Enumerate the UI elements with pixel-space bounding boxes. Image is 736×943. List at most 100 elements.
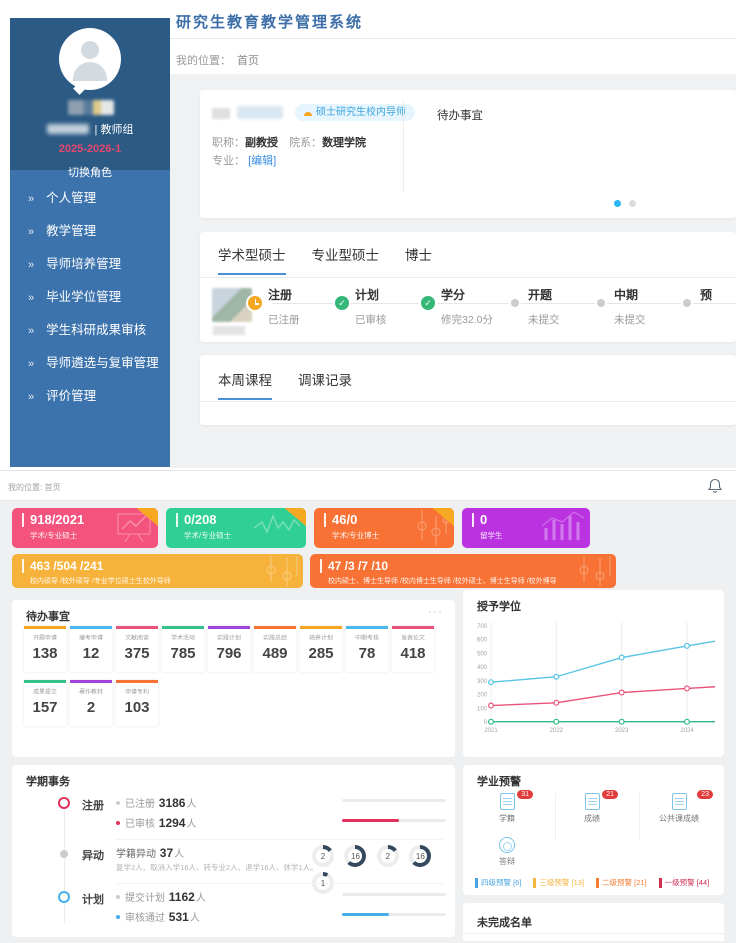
badge-count: 21 (602, 790, 618, 799)
register-row-1: 已注册 3186人 (116, 795, 196, 810)
carousel-dot-active[interactable] (614, 200, 621, 207)
sidebar-item-graduation-degree[interactable]: »毕业学位管理 (10, 281, 170, 314)
student-progress-card: 学术型硕士 专业型硕士 博士 注册 已注册 ✓ 计划 已审核 ✓ 学分 修完32… (200, 232, 736, 342)
node-plan: 计划 (82, 891, 104, 907)
donut-gauge: 1 (312, 872, 334, 894)
stat-card-doctor[interactable]: 46/0 学术/专业博士 (314, 508, 454, 548)
plan-bar-track (342, 893, 446, 896)
screen-2: 我的位置: 首页 918/2021 学术/专业硕士 0/208 学术/专业硕士 … (0, 470, 736, 943)
sidebar-item-research-review[interactable]: »学生科研成果审核 (10, 314, 170, 347)
todo-item[interactable]: 成果提交157 (24, 680, 66, 726)
title-value: 副教授 (245, 137, 278, 149)
sidebar-item-evaluation[interactable]: »评价管理 (10, 380, 170, 413)
svg-text:400: 400 (477, 665, 488, 671)
avatar[interactable] (59, 28, 121, 90)
stat-card-doctoral-mentors[interactable]: 47 /3 /7 /10 校内硕士、博士生导师 /校内博士生导师 /校外硕士、博… (310, 554, 616, 588)
tab-professional-master[interactable]: 专业型硕士 (312, 244, 380, 275)
timeline-line (64, 805, 65, 923)
tab-week-courses[interactable]: 本周课程 (218, 369, 272, 400)
todo-item[interactable]: 开题申请138 (24, 626, 66, 672)
todo-item[interactable]: 申请专利103 (116, 680, 158, 726)
register-row-2: 已审核 1294人 (116, 815, 196, 830)
step-proposal: 开题 未提交 (510, 286, 594, 334)
stat-label: 留学生 (472, 530, 580, 541)
carousel-dot[interactable] (629, 200, 636, 207)
degree-line-chart: 01002003004005006007002021202220232024 (465, 616, 720, 738)
title-divider (170, 38, 736, 39)
chevron-right-icon: » (28, 325, 34, 337)
stat-label: 学术/专业硕士 (176, 530, 296, 541)
stat-card-master-2[interactable]: 0/208 学术/专业硕士 (166, 508, 306, 548)
app-title: 研究生教育教学管理系统 (176, 11, 363, 32)
tab-doctor[interactable]: 博士 (405, 244, 432, 275)
pending-dot-icon (683, 299, 691, 307)
title-dept-line: 职称：副教授 院系：数理学院 (212, 134, 374, 150)
badge-count: 31 (517, 790, 533, 799)
svg-text:700: 700 (477, 624, 488, 630)
warning-item-public-grades[interactable]: 23 公共课成绩 (641, 793, 717, 824)
edit-major-link[interactable]: [编辑] (248, 155, 276, 167)
plan-bar (342, 913, 446, 916)
stat-card-master[interactable]: 918/2021 学术/专业硕士 (12, 508, 158, 548)
stat-card-international[interactable]: 0 留学生 (462, 508, 590, 548)
chevron-right-icon: » (28, 292, 34, 304)
svg-text:100: 100 (477, 706, 488, 712)
switch-role-link[interactable]: 切换角色 (10, 164, 170, 180)
check-icon: ✓ (335, 296, 349, 310)
tab-course-changes[interactable]: 调课记录 (298, 369, 352, 400)
legend-level-2: 二级预警 [21] (596, 877, 647, 888)
major-line: 专业： [编辑] (212, 152, 276, 168)
todo-item[interactable]: 中期考核78 (346, 626, 388, 672)
todo-item[interactable]: 著作教材2 (70, 680, 112, 726)
screen-1: 研究生教育教学管理系统 我的位置： 首页 | 教师组 2025-2026-1 切换… (0, 0, 736, 470)
breadcrumb-label: 我的位置： (176, 55, 231, 67)
sidebar-item-teaching[interactable]: »教学管理 (10, 215, 170, 248)
change-detail: 复学2人、取消入学16人、转专业2人、退学16人、休学1人。 (116, 862, 318, 873)
stat-value: 463 /504 /241 (22, 559, 293, 573)
course-card: 本周课程 调课记录 (200, 355, 736, 425)
breadcrumb-current[interactable]: 首页 (237, 55, 259, 67)
sidebar: | 教师组 2025-2026-1 切换角色 »个人管理 »教学管理 »导师培养… (10, 18, 170, 467)
todo-item[interactable]: 缓考申请12 (70, 626, 112, 672)
more-button[interactable]: ··· (428, 604, 443, 618)
todo-item[interactable]: 学术活动785 (162, 626, 204, 672)
register-bar (342, 819, 446, 822)
warning-item-status[interactable]: 31 学籍 (477, 793, 537, 824)
notification-bell-icon[interactable] (706, 477, 724, 495)
carousel-dots (614, 194, 644, 212)
todo-item[interactable]: 实践总结489 (254, 626, 296, 672)
todo-item[interactable]: 培养计划285 (300, 626, 342, 672)
document-icon (500, 793, 515, 810)
row-divider (116, 883, 443, 884)
sidebar-menu: »个人管理 »教学管理 »导师培养管理 »毕业学位管理 »学生科研成果审核 »导… (10, 170, 170, 467)
tab-academic-master[interactable]: 学术型硕士 (218, 244, 286, 275)
sidebar-item-mentor-selection[interactable]: »导师遴选与复审管理 (10, 347, 170, 380)
role-badge: 硕士研究生校内导师 (295, 104, 415, 121)
top-bar: 我的位置: 首页 (0, 470, 736, 501)
stat-label: 校内硕导 /校外硕导 /专业学位硕士生校外导师 (22, 576, 293, 586)
stat-card-mentors[interactable]: 463 /504 /241 校内硕导 /校外硕导 /专业学位硕士生校外导师 (12, 554, 303, 588)
svg-text:300: 300 (477, 679, 488, 685)
todo-item[interactable]: 实践计划796 (208, 626, 250, 672)
sidebar-item-mentor-training[interactable]: »导师培养管理 (10, 248, 170, 281)
svg-text:500: 500 (477, 651, 488, 657)
legend-level-1: 一级预警 [44] (659, 877, 710, 888)
step-pre-defense: 预 (682, 286, 736, 334)
todo-item[interactable]: 发表论文418 (392, 626, 434, 672)
pending-dot-icon (597, 299, 605, 307)
step-register: 注册 已注册 (250, 286, 334, 334)
step-midterm: 中期 未提交 (596, 286, 680, 334)
sidebar-item-personal[interactable]: »个人管理 (10, 182, 170, 215)
warning-item-defense[interactable]: 答辩 (477, 837, 537, 867)
timeline-node-icon (58, 891, 70, 903)
todo-item[interactable]: 文献阅读375 (116, 626, 158, 672)
seal-icon (499, 837, 515, 853)
sidebar-profile: | 教师组 2025-2026-1 切换角色 (10, 18, 170, 170)
legend-level-3: 三级预警 [13] (533, 877, 584, 888)
warning-item-grades[interactable]: 21 成绩 (562, 793, 622, 824)
user-name-row: | 教师组 (10, 121, 170, 137)
panel-title: 学期事务 (26, 773, 70, 789)
avatar-person-body (73, 62, 107, 81)
legend-level-4: 四级预警 [6] (475, 877, 521, 888)
node-change: 异动 (82, 847, 104, 863)
